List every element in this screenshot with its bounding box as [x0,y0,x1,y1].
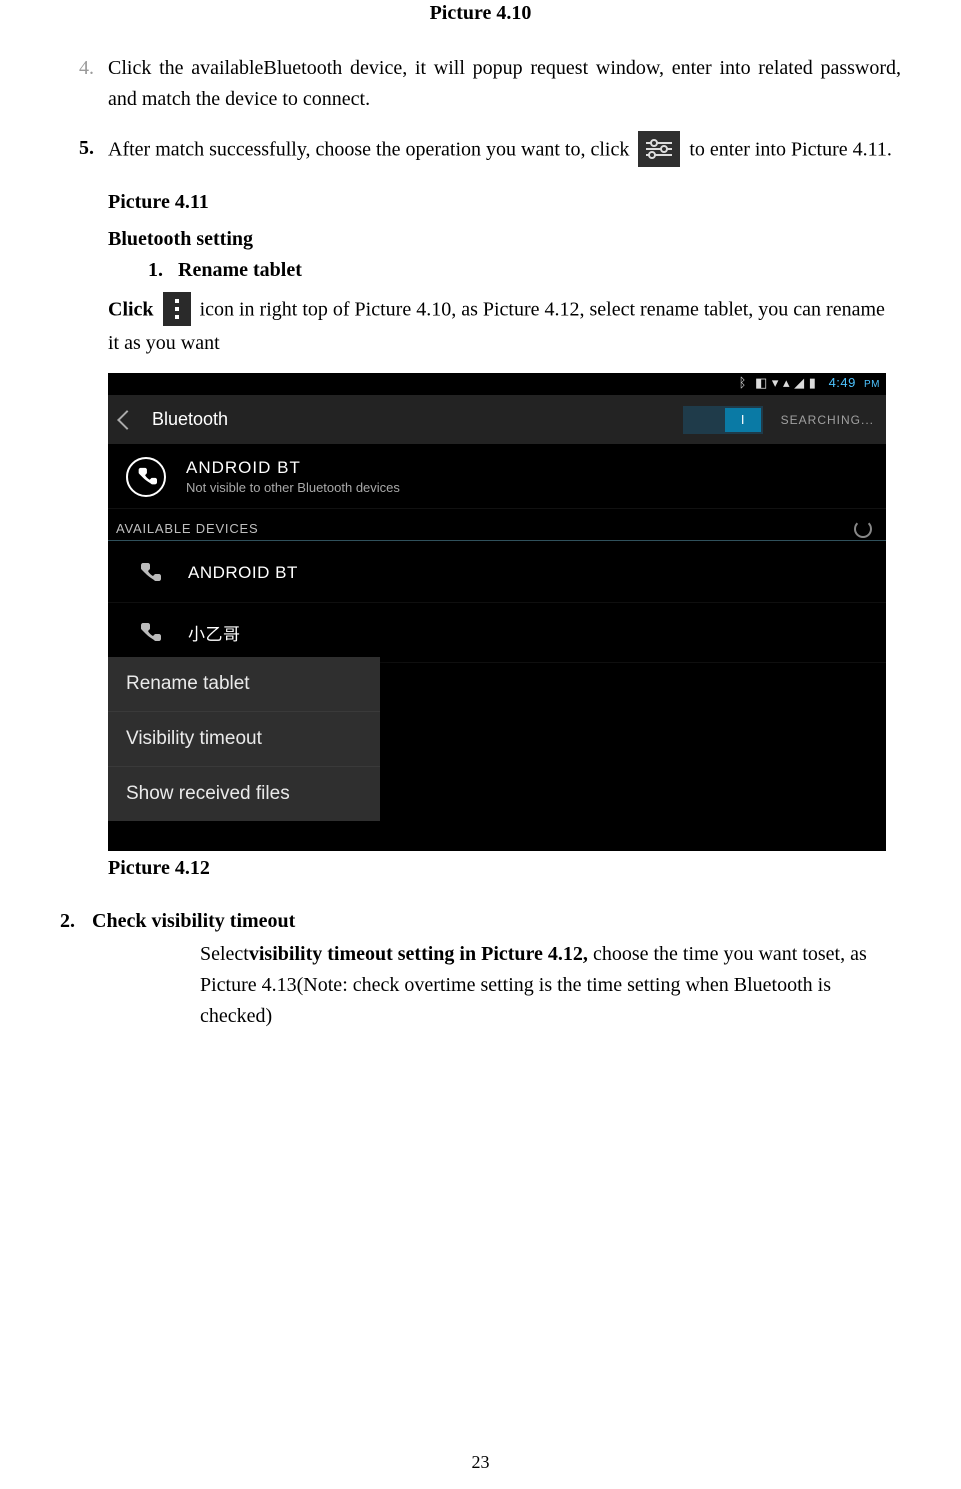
bluetooth-toggle[interactable]: I [683,406,763,434]
status-bar: ᛒ ◧ ▾ ▴ ◢ ▮ 4:49 PM [108,373,886,395]
item-2-body: Selectvisibility timeout setting in Pict… [200,939,901,1032]
my-device-title: ANDROID BT [186,458,400,478]
status-clock: 4:49 PM [825,375,880,390]
overflow-popup-menu: Rename tablet Visibility timeout Show re… [108,657,380,821]
device-row-2[interactable]: 小乙哥 [108,603,886,663]
phone-icon [126,457,166,497]
picture-4-11-section: Picture 4.11 Bluetooth setting 1. Rename… [108,187,901,359]
item-2-heading: Check visibility timeout [92,906,295,937]
item-2-body-pre: Select [200,943,249,965]
loading-spinner-icon [854,520,872,538]
step-5: 5. After match successfully, choose the … [60,133,901,169]
phone-icon [134,558,164,588]
step-4: 4. Click the availableBluetooth device, … [60,53,901,115]
overflow-menu-icon [163,292,191,326]
sublist: 1. Rename tablet [148,255,901,286]
settings-sliders-icon [638,131,680,167]
phone-icon [134,618,164,648]
menu-show-received-files[interactable]: Show received files [108,766,380,821]
step-5-number: 5. [60,133,108,169]
title-text: Bluetooth [152,409,228,430]
toggle-knob: I [725,408,761,432]
title-bar: Bluetooth I SEARCHING... [108,395,886,445]
available-devices-header: AVAILABLE DEVICES [108,509,886,541]
sub-1-label: Rename tablet [178,259,302,281]
menu-rename-tablet[interactable]: Rename tablet [108,657,380,711]
bluetooth-status-icon: ᛒ [739,375,747,390]
available-devices-label: AVAILABLE DEVICES [116,521,258,536]
sub-1-number: 1. [148,259,163,281]
click-post: icon in right top of Picture 4.10, as Pi… [108,299,885,354]
page: Picture 4.10 4. Click the availableBluet… [0,2,961,1489]
device-1-label: ANDROID BT [188,563,298,583]
caption-picture-4-10: Picture 4.10 [60,2,901,25]
my-device-row[interactable]: ANDROID BT Not visible to other Bluetoot… [108,445,886,509]
step-5-text-post: to enter into Picture 4.11. [689,139,892,161]
numbered-steps: 4. Click the availableBluetooth device, … [60,53,901,169]
my-device-subtitle: Not visible to other Bluetooth devices [186,480,400,495]
picture-4-11-label: Picture 4.11 [108,187,901,218]
status-icons: ◧ ▾ ▴ ◢ ▮ [755,375,816,390]
click-instruction: Click icon in right top of Picture 4.10,… [108,294,901,359]
screenshot-picture-4-12: ᛒ ◧ ▾ ▴ ◢ ▮ 4:49 PM Bluetooth I SEARCHIN… [108,373,886,851]
item-2: 2. Check visibility timeout [60,906,901,937]
step-4-text: Click the availableBluetooth device, it … [108,53,901,115]
item-2-body-bold: visibility timeout setting in Picture 4.… [249,943,593,965]
device-row-1[interactable]: ANDROID BT [108,543,886,603]
caption-picture-4-12: Picture 4.12 [108,857,901,880]
device-2-label: 小乙哥 [188,620,241,645]
click-pre: Click [108,299,159,321]
bluetooth-setting-heading: Bluetooth setting [108,224,901,255]
page-number: 23 [0,1452,961,1473]
menu-visibility-timeout[interactable]: Visibility timeout [108,711,380,766]
back-icon[interactable] [117,410,137,430]
step-5-text-pre: After match successfully, choose the ope… [108,139,634,161]
step-5-text: After match successfully, choose the ope… [108,133,901,169]
step-4-number: 4. [60,53,108,115]
item-2-number: 2. [60,906,92,937]
searching-label: SEARCHING... [781,413,874,427]
